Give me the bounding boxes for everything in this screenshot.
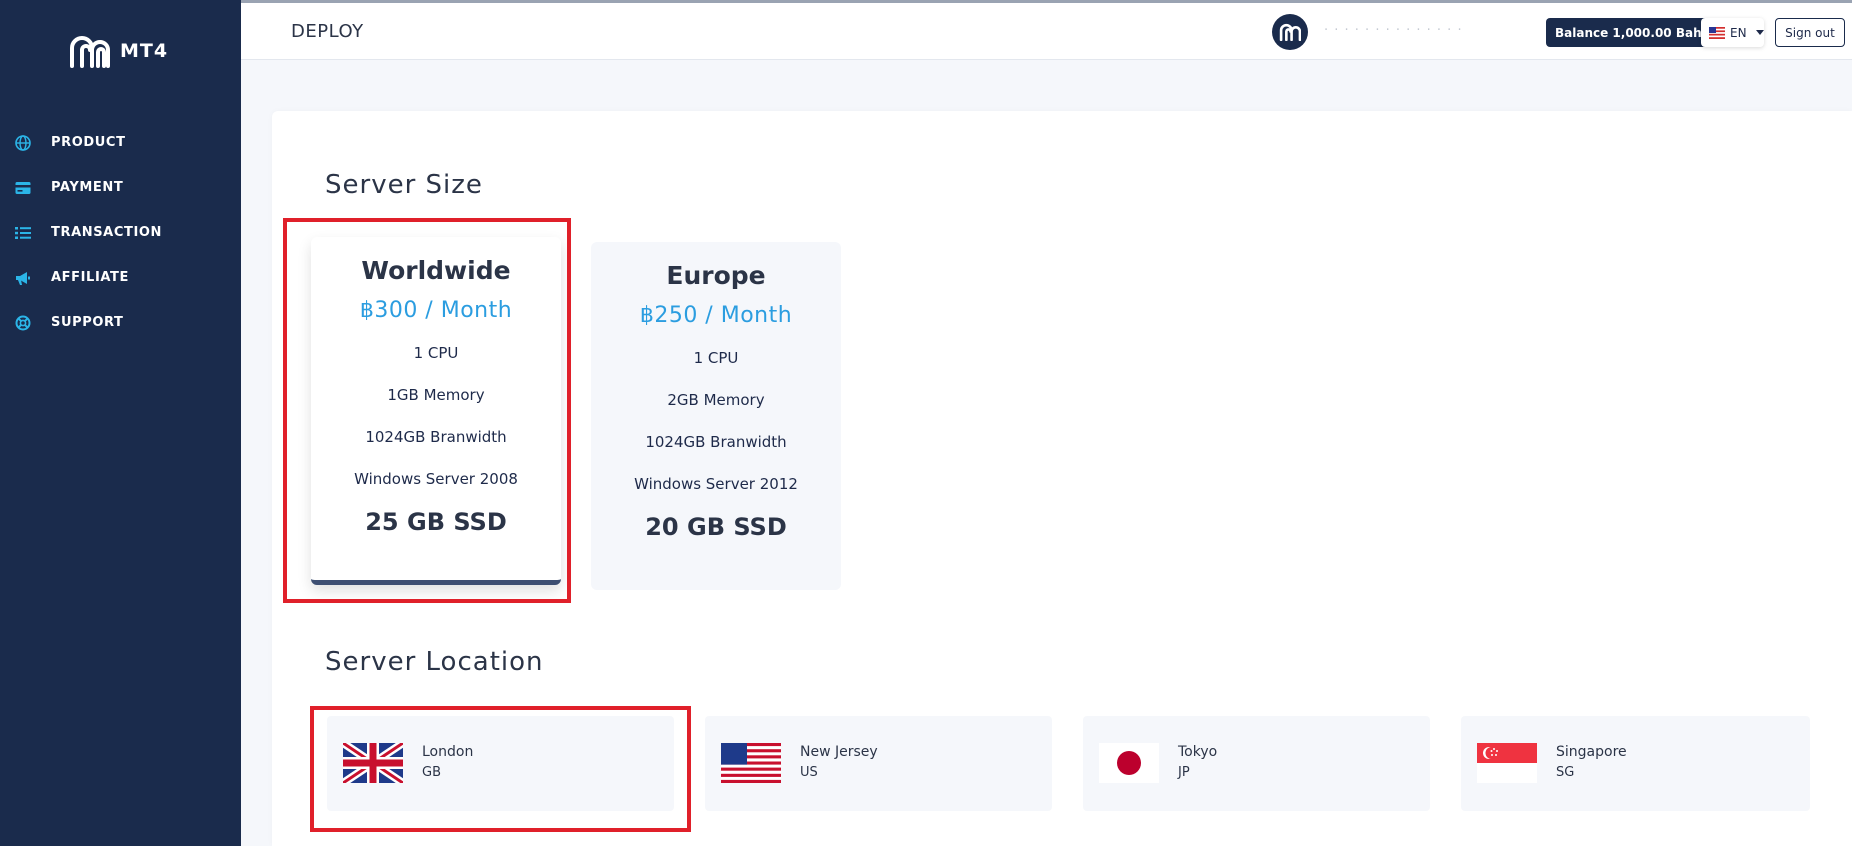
us-flag-small-icon <box>1709 26 1725 39</box>
location-code: SG <box>1556 765 1575 780</box>
sidebar-item-label: PRODUCT <box>51 135 126 150</box>
location-code: JP <box>1178 765 1190 780</box>
balance-button[interactable]: Balance 1,000.00 Baht <box>1546 18 1717 47</box>
location-card-tokyo[interactable]: Tokyo JP <box>1083 716 1430 811</box>
sidebar-item-label: PAYMENT <box>51 180 124 195</box>
globe-icon <box>14 134 32 152</box>
language-selector[interactable]: EN <box>1701 18 1764 47</box>
plan-bandwidth: 1024GB Branwidth <box>645 433 787 451</box>
sidebar-item-transaction[interactable]: TRANSACTION <box>0 210 241 255</box>
lifebuoy-icon <box>14 314 32 332</box>
avatar-logo-icon <box>1279 23 1301 41</box>
sign-out-button[interactable]: Sign out <box>1775 18 1845 47</box>
plan-os: Windows Server 2012 <box>634 475 798 493</box>
location-city: Singapore <box>1556 744 1627 760</box>
plan-storage: 20 GB SSD <box>645 513 787 541</box>
us-flag-icon <box>721 743 781 783</box>
sidebar: MT4 PRODUCT PAYMENT TRANSACTION AFFILIAT… <box>0 0 241 846</box>
brand-logo-icon <box>70 36 110 68</box>
sidebar-item-support[interactable]: SUPPORT <box>0 300 241 345</box>
plan-price: ฿250 / Month <box>639 303 793 328</box>
plan-card-europe[interactable]: Europe ฿250 / Month 1 CPU 2GB Memory 102… <box>591 242 841 590</box>
location-city: New Jersey <box>800 744 878 760</box>
sidebar-item-product[interactable]: PRODUCT <box>0 120 241 165</box>
plan-memory: 2GB Memory <box>667 391 765 409</box>
singapore-flag-icon <box>1477 743 1537 783</box>
sidebar-item-label: AFFILIATE <box>51 270 129 285</box>
brand-logo[interactable]: MT4 <box>68 34 168 68</box>
sidebar-item-label: TRANSACTION <box>51 225 163 240</box>
plan-name: Europe <box>666 261 766 290</box>
server-location-title: Server Location <box>325 647 544 677</box>
credit-card-icon <box>14 179 32 197</box>
megaphone-icon <box>14 269 32 287</box>
avatar[interactable] <box>1272 14 1308 50</box>
location-city: Tokyo <box>1178 744 1218 760</box>
chevron-down-icon <box>1755 30 1764 35</box>
sidebar-item-label: SUPPORT <box>51 315 124 330</box>
sidebar-item-affiliate[interactable]: AFFILIATE <box>0 255 241 300</box>
selection-highlight <box>310 706 691 832</box>
list-icon <box>14 224 32 242</box>
selection-highlight <box>283 218 571 603</box>
location-code: US <box>800 765 818 780</box>
username[interactable]: · · · · · · · · · · · · · · <box>1324 23 1463 38</box>
page-title: DEPLOY <box>291 21 364 42</box>
language-label: EN <box>1730 25 1747 40</box>
server-size-title: Server Size <box>325 170 483 200</box>
location-card-new-jersey[interactable]: New Jersey US <box>705 716 1052 811</box>
brand-name: MT4 <box>120 40 169 62</box>
location-card-singapore[interactable]: Singapore SG <box>1461 716 1810 811</box>
sidebar-nav: PRODUCT PAYMENT TRANSACTION AFFILIATE SU… <box>0 120 241 345</box>
top-header: DEPLOY · · · · · · · · · · · · · · Balan… <box>241 3 1852 60</box>
japan-flag-icon <box>1099 743 1159 783</box>
sidebar-item-payment[interactable]: PAYMENT <box>0 165 241 210</box>
plan-cpu: 1 CPU <box>693 349 739 367</box>
